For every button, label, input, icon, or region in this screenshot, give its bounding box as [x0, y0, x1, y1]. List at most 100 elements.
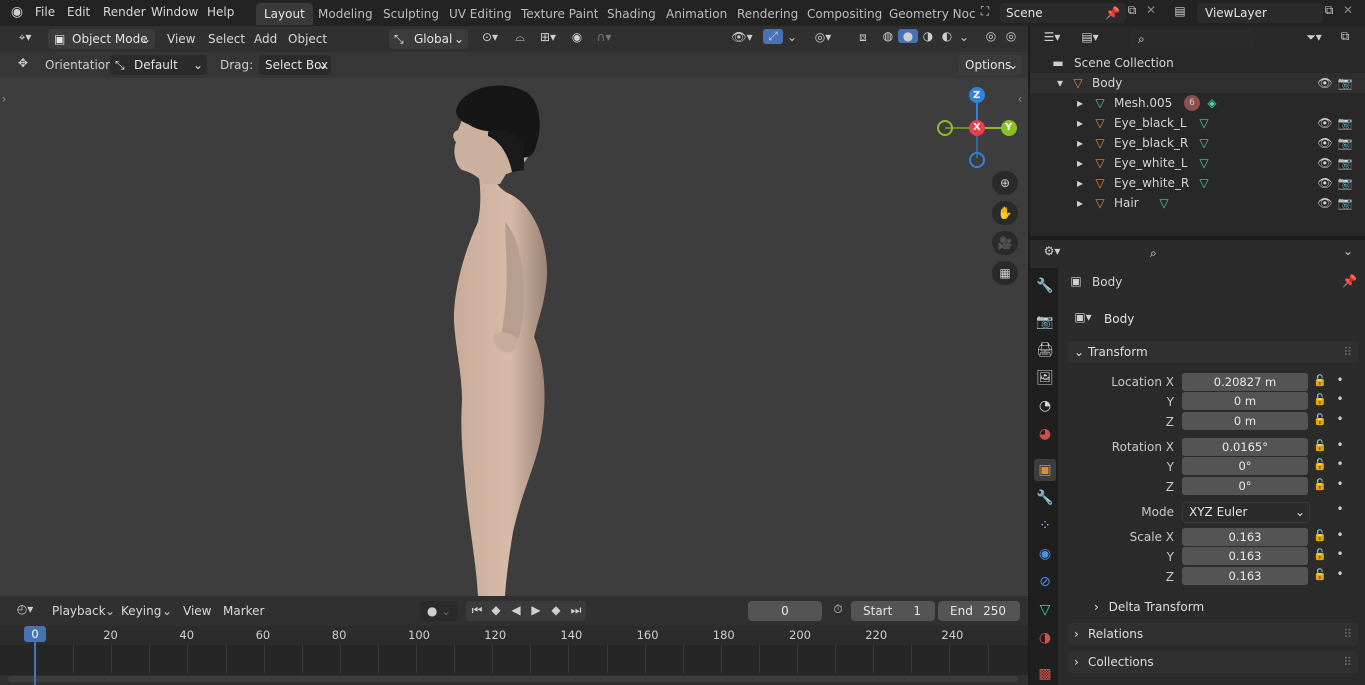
camera-icon[interactable]: 📷 [1337, 193, 1353, 213]
scale-y-field[interactable]: 0.163 [1182, 547, 1308, 565]
current-frame-field[interactable]: 0 [748, 601, 822, 621]
drag-handle-icon[interactable]: ⠿ [1343, 341, 1352, 363]
mesh-data-tab-icon[interactable]: ▽ [1034, 599, 1056, 621]
toolbar-expand-icon[interactable]: › [0, 92, 8, 106]
tab-texture-paint[interactable]: Texture Paint [513, 3, 606, 25]
drag-select[interactable]: Select Box ⌄ [259, 55, 331, 75]
menu-render[interactable]: Render [103, 5, 146, 19]
chevron-down-icon[interactable]: ⌄ [957, 30, 971, 44]
scene-icon[interactable]: ⛶ [973, 4, 997, 19]
jump-end-icon[interactable]: ⏭ [568, 603, 584, 618]
rotation-z-field[interactable]: 0° [1182, 477, 1308, 495]
menu-timeline-view[interactable]: View [183, 604, 211, 618]
relations-panel-header[interactable]: › Relations ⠿ [1068, 623, 1358, 645]
particles-tab-icon[interactable]: ⁘ [1034, 515, 1056, 537]
scale-x-field[interactable]: 0.163 [1182, 528, 1308, 546]
end-frame-field[interactable]: End 250 [938, 601, 1020, 621]
menu-add[interactable]: Add [254, 32, 277, 46]
menu-select[interactable]: Select [208, 32, 245, 46]
tab-compositing[interactable]: Compositing [799, 3, 890, 25]
new-scene-icon[interactable]: ⧉ [1123, 3, 1141, 18]
rendered-shading-icon[interactable]: ◐ [937, 29, 957, 43]
lock-icon[interactable]: 🔓 [1313, 529, 1327, 542]
keyframe-dot-icon[interactable]: • [1334, 528, 1346, 542]
rotation-y-field[interactable]: 0° [1182, 457, 1308, 475]
editor-type-icon[interactable]: ⌖▾ [10, 30, 40, 45]
sidebar-expand-icon[interactable]: ‹ [1016, 92, 1024, 106]
eye-icon[interactable]: 👁 [1317, 153, 1333, 173]
camera-icon[interactable]: 📷 [1337, 73, 1353, 93]
menu-marker[interactable]: Marker [223, 604, 264, 618]
eye-icon[interactable]: 👁 [1317, 193, 1333, 213]
tab-uv-editing[interactable]: UV Editing [441, 3, 520, 25]
stopwatch-icon[interactable]: ⏱ [829, 602, 847, 617]
constraints-tab-icon[interactable]: ⊘ [1034, 571, 1056, 593]
orientation-select[interactable]: ⤡ Default ⌄ [110, 55, 207, 75]
camera-icon[interactable]: 📷 [1337, 153, 1353, 173]
render-tab-icon[interactable]: 📷 [1034, 311, 1056, 333]
keyframe-dot-icon[interactable]: • [1334, 477, 1346, 491]
mode-select[interactable]: ▣ Object Mode ⌄ [48, 29, 155, 49]
start-frame-field[interactable]: Start 1 [851, 601, 935, 621]
menu-window[interactable]: Window [151, 5, 198, 19]
outliner-row-eye-white-l[interactable]: ▸ ▽ Eye_white_L ▽ 👁 📷 [1030, 153, 1365, 173]
keyframe-dot-icon[interactable]: • [1334, 412, 1346, 426]
expand-right-icon[interactable]: ▸ [1074, 133, 1086, 153]
expand-right-icon[interactable]: ▸ [1074, 193, 1086, 213]
view-layer-icon[interactable]: ▤ [1168, 4, 1192, 18]
record-keyframe-icon[interactable]: ● ⌄ [420, 601, 458, 621]
scene-tab-icon[interactable]: ◔ [1034, 395, 1056, 417]
lock-icon[interactable]: 🔓 [1313, 374, 1327, 387]
modifier-tab-icon[interactable]: 🔧 [1034, 487, 1056, 509]
filter-icon[interactable]: ⏷▾ [1300, 30, 1328, 45]
options-button[interactable]: Options ⌄ [958, 55, 1022, 75]
tab-sculpting[interactable]: Sculpting [375, 3, 447, 25]
location-z-field[interactable]: 0 m [1182, 412, 1308, 430]
pin-icon[interactable]: 📌 [1105, 3, 1120, 23]
move-tool-icon[interactable]: ✥ [14, 56, 32, 70]
rotation-x-field[interactable]: 0.0165° [1182, 438, 1308, 456]
eye-icon[interactable]: 👁 [1317, 173, 1333, 193]
properties-search-input[interactable]: ⌕ [1142, 243, 1268, 263]
location-y-field[interactable]: 0 m [1182, 392, 1308, 410]
play-reverse-icon[interactable]: ◀ [508, 603, 524, 617]
play-icon[interactable]: ▶ [528, 603, 544, 617]
falloff-icon[interactable]: ∩▾ [590, 30, 618, 44]
outliner-row-eye-black-r[interactable]: ▸ ▽ Eye_black_R ▽ 👁 📷 [1030, 133, 1365, 153]
tool-tab-icon[interactable]: 🔧 [1034, 275, 1056, 297]
tab-layout[interactable]: Layout [256, 3, 313, 25]
snap-icon[interactable]: ⌓ [510, 30, 530, 45]
properties-editor-type-icon[interactable]: ⚙▾ [1038, 244, 1066, 258]
keyframe-dot-icon[interactable]: • [1334, 392, 1346, 406]
drag-handle-icon[interactable]: ⠿ [1343, 623, 1352, 645]
outliner-row-body[interactable]: ▾ ▽ Body 👁 📷 [1030, 73, 1365, 93]
lock-icon[interactable]: 🔓 [1313, 413, 1327, 426]
tab-shading[interactable]: Shading [599, 3, 664, 25]
menu-view[interactable]: View [167, 32, 195, 46]
gizmo-toggle-icon[interactable]: ⤢ [763, 29, 783, 44]
object-tab-icon[interactable]: ▣ [1034, 459, 1056, 481]
location-x-field[interactable]: 0.20827 m [1182, 373, 1308, 391]
3d-viewport[interactable]: Z Y X ⊕ ✋ 🎥 ▦ › ‹ [0, 52, 1028, 596]
overlays-icon[interactable]: ◎▾ [808, 30, 838, 44]
rotation-mode-select[interactable]: XYZ Euler ⌄ [1182, 502, 1310, 523]
timeline-scrollbar[interactable] [8, 676, 1018, 682]
menu-edit[interactable]: Edit [67, 5, 90, 19]
keyframe-dot-icon[interactable]: • [1334, 373, 1346, 387]
output-tab-icon[interactable]: 🖨 [1034, 339, 1056, 361]
world-tab-icon[interactable]: ◕ [1034, 423, 1056, 445]
collections-panel-header[interactable]: › Collections ⠿ [1068, 651, 1358, 673]
chevron-down-icon[interactable]: ⌄ [1340, 244, 1356, 258]
physics-tab-icon[interactable]: ◉ [1034, 543, 1056, 565]
menu-playback[interactable]: Playback [52, 604, 106, 618]
object-name-field[interactable]: Body [1098, 309, 1357, 329]
material-tab-icon[interactable]: ◑ [1034, 627, 1056, 649]
wireframe-shading-icon[interactable]: ◍ [878, 29, 898, 43]
scale-z-field[interactable]: 0.163 [1182, 567, 1308, 585]
keyframe-dot-icon[interactable]: • [1334, 502, 1346, 516]
tab-modeling[interactable]: Modeling [310, 3, 381, 25]
view-layer-tab-icon[interactable]: 🖼 [1034, 367, 1056, 389]
material-shading-icon[interactable]: ◑ [918, 29, 938, 43]
expand-right-icon[interactable]: ▸ [1074, 153, 1086, 173]
grid-view-icon[interactable]: ▦ [992, 261, 1018, 285]
